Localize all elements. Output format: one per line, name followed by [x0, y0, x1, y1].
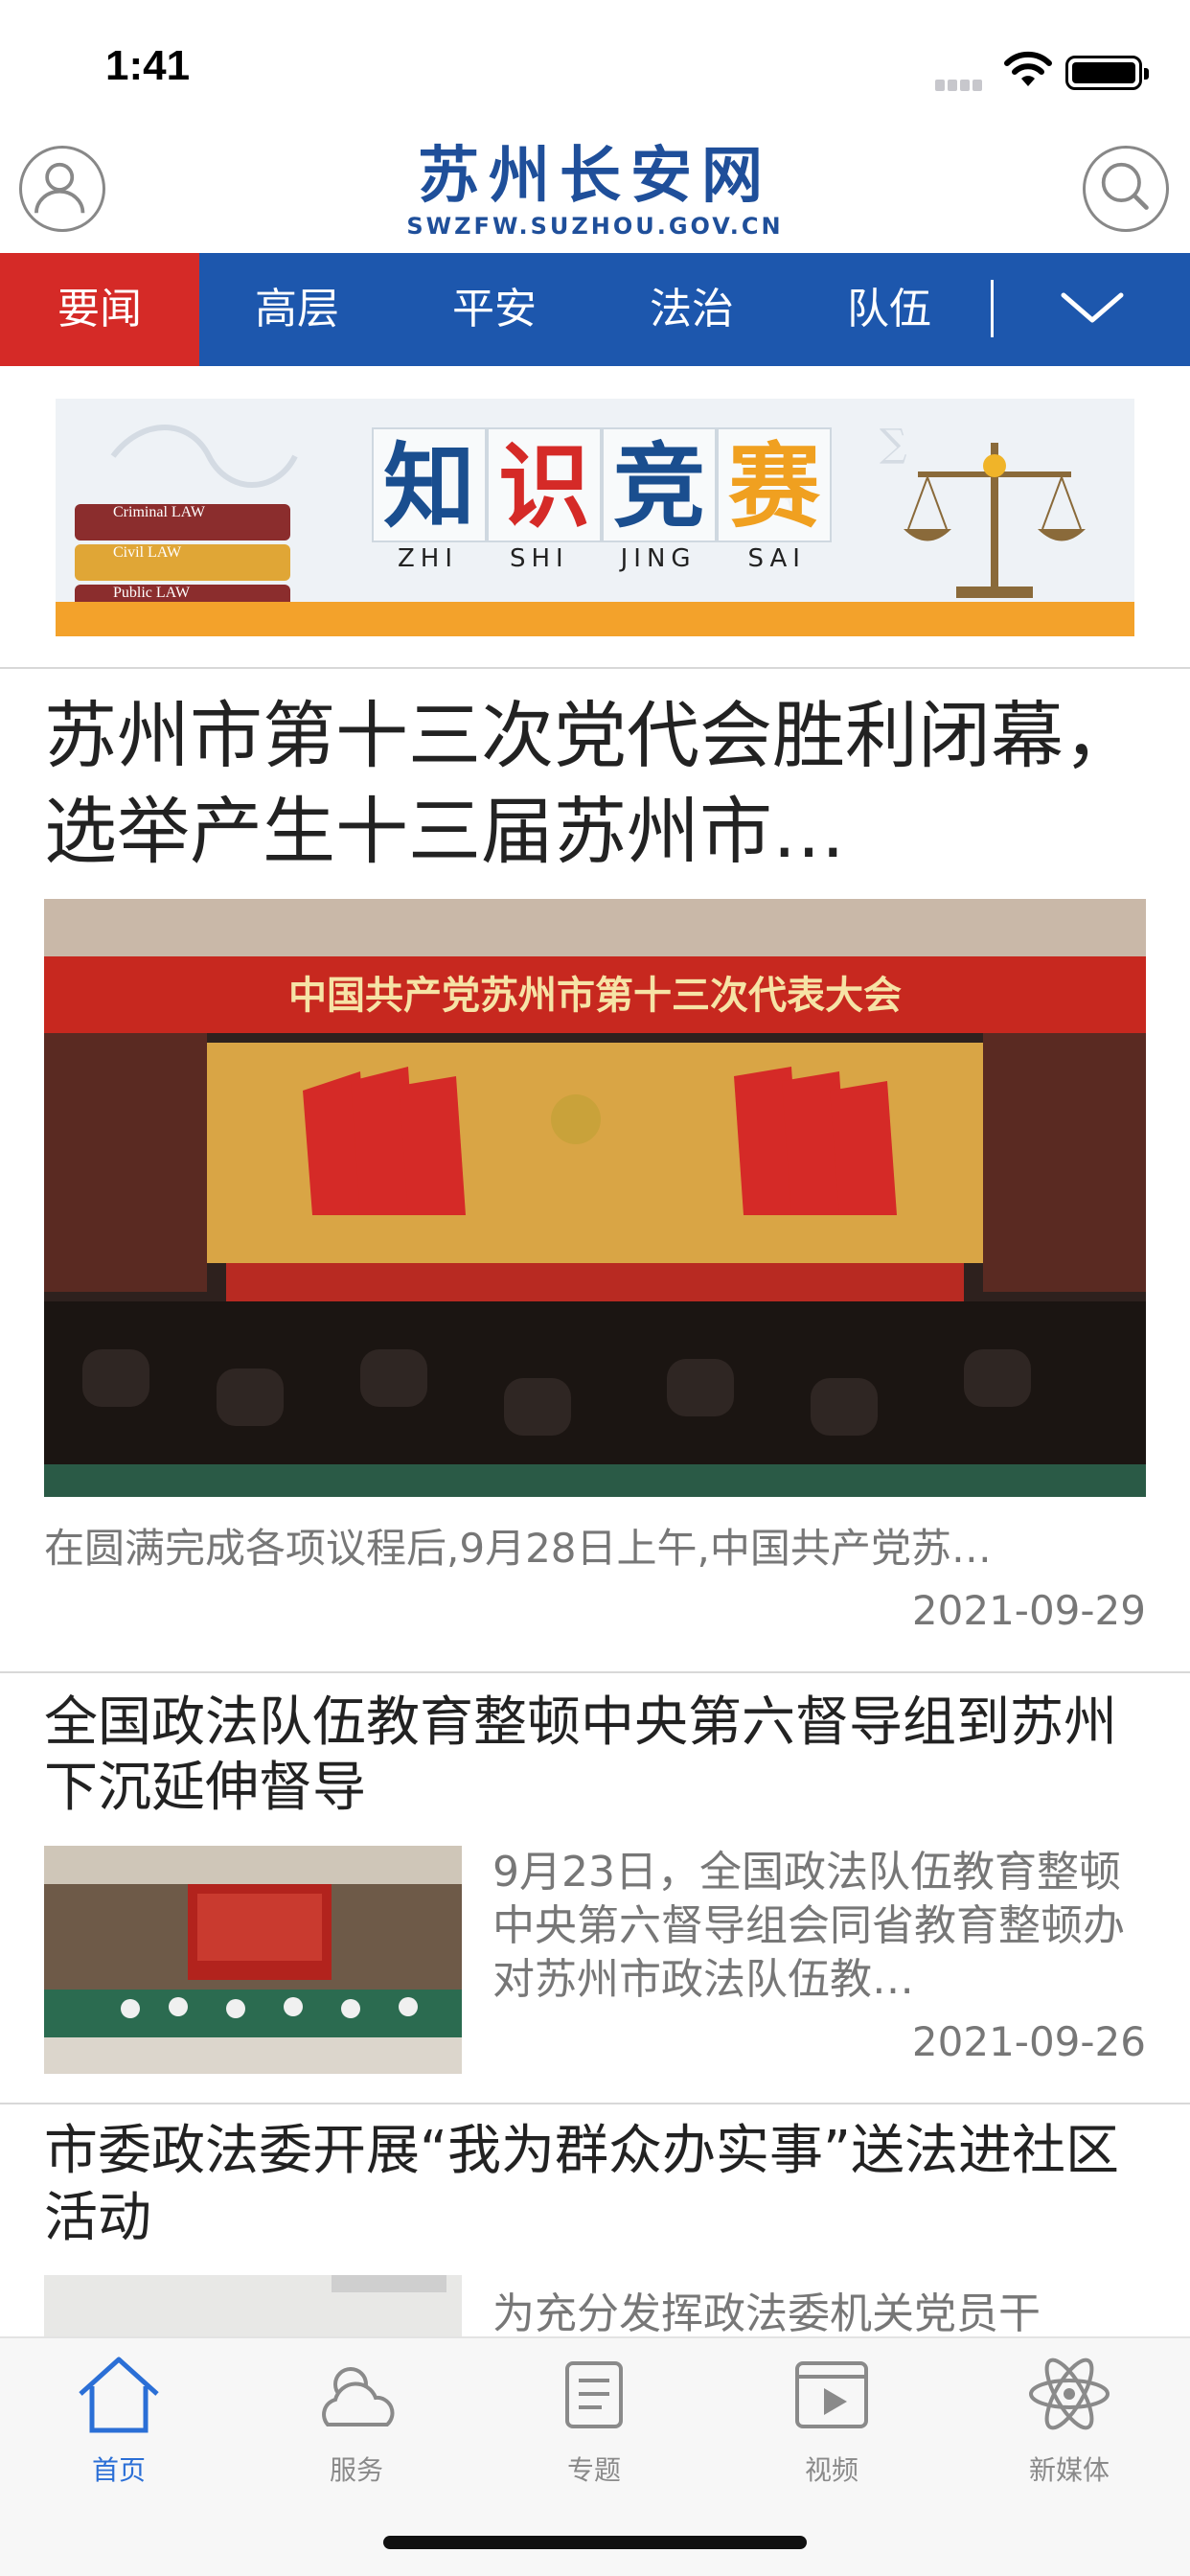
site-logo: 苏州长安网 SWZFW.SUZHOU.GOV.CN: [0, 142, 1190, 240]
article-summary: 在圆满完成各项议程后,9月28日上午,中国共产党苏…: [44, 1525, 992, 1572]
congress-banner-text: 中国共产党苏州市第十三次代表大会: [288, 973, 902, 1018]
logo-domain: SWZFW.SUZHOU.GOV.CN: [406, 213, 784, 240]
weather-icon: [322, 2367, 395, 2426]
atom-icon: [1029, 2358, 1110, 2430]
tab-pingan[interactable]: 平安: [395, 253, 594, 366]
tab-topics[interactable]: 专题: [475, 2346, 713, 2490]
meeting-photo: [44, 1846, 462, 2074]
battery-icon: [1065, 56, 1149, 90]
search-icon: [1101, 162, 1149, 210]
tab-fazhi[interactable]: 法治: [592, 253, 791, 366]
congress-hall-photo: 中国共产党苏州市第十三次代表大会: [44, 899, 1146, 1497]
home-indicator[interactable]: [383, 2536, 807, 2549]
article-thumbnail[interactable]: [44, 1846, 462, 2074]
tab-gaoceng[interactable]: 高层: [197, 253, 397, 366]
wifi-icon: [1004, 51, 1052, 86]
video-icon: [795, 2361, 868, 2428]
divider: [0, 667, 1190, 669]
article-thumbnail[interactable]: [44, 2275, 462, 2342]
banner-stripe: [56, 602, 1134, 636]
cellular-signal-icon: [935, 77, 989, 91]
quiz-pinyin: ZHI SHI JING SAI: [397, 544, 806, 573]
divider: [0, 1671, 1190, 1673]
search-button[interactable]: [1083, 146, 1169, 232]
quiz-banner[interactable]: ∑ √ Criminal LAW Civil LAW Public LAW 知 …: [56, 399, 1134, 636]
article-title[interactable]: 苏州市第十三次党代会胜利闭幕，选举产生十三届苏州市…: [44, 688, 1146, 880]
scales-of-justice-icon: [904, 443, 1086, 598]
divider: [0, 2103, 1190, 2104]
article-date: 2021-09-29: [911, 1587, 1146, 1634]
tab-services[interactable]: 服务: [238, 2346, 475, 2490]
channel-bar: 要闻 高层 平安 法治 队伍: [0, 253, 1190, 366]
scroll-icon: [565, 2361, 623, 2428]
app-header: 苏州长安网 SWZFW.SUZHOU.GOV.CN: [0, 134, 1190, 253]
home-icon: [79, 2357, 159, 2433]
channel-divider: [991, 280, 994, 337]
event-photo: [44, 2275, 462, 2342]
tab-new-media[interactable]: 新媒体: [950, 2346, 1188, 2490]
status-time: 1:41: [105, 42, 191, 89]
chevron-down-icon[interactable]: [1054, 274, 1131, 341]
article-date: 2021-09-26: [911, 2018, 1146, 2065]
tab-duiwu[interactable]: 队伍: [790, 253, 989, 366]
logo-title: 苏州长安网: [418, 141, 772, 212]
quiz-title: 知 识 竞 赛: [372, 427, 832, 542]
tab-home[interactable]: 首页: [0, 2346, 238, 2490]
article-summary: 9月23日，全国政法队伍教育整顿中央第六督导组会同省教育整顿办对苏州市政法队伍教…: [492, 1848, 1125, 2004]
status-bar: 1:41: [0, 0, 1190, 134]
article-title[interactable]: 全国政法队伍教育整顿中央第六督导组到苏州下沉延伸督导: [44, 1690, 1146, 1821]
tab-yaowen[interactable]: 要闻: [0, 253, 199, 366]
article-title[interactable]: 市委政法委开展“我为群众办实事”送法进社区活动: [44, 2118, 1146, 2252]
tab-video[interactable]: 视频: [713, 2346, 950, 2490]
article-photo[interactable]: 中国共产党苏州市第十三次代表大会: [44, 899, 1146, 1497]
article-summary: 为充分发挥政法委机关党员干: [492, 2289, 1041, 2338]
